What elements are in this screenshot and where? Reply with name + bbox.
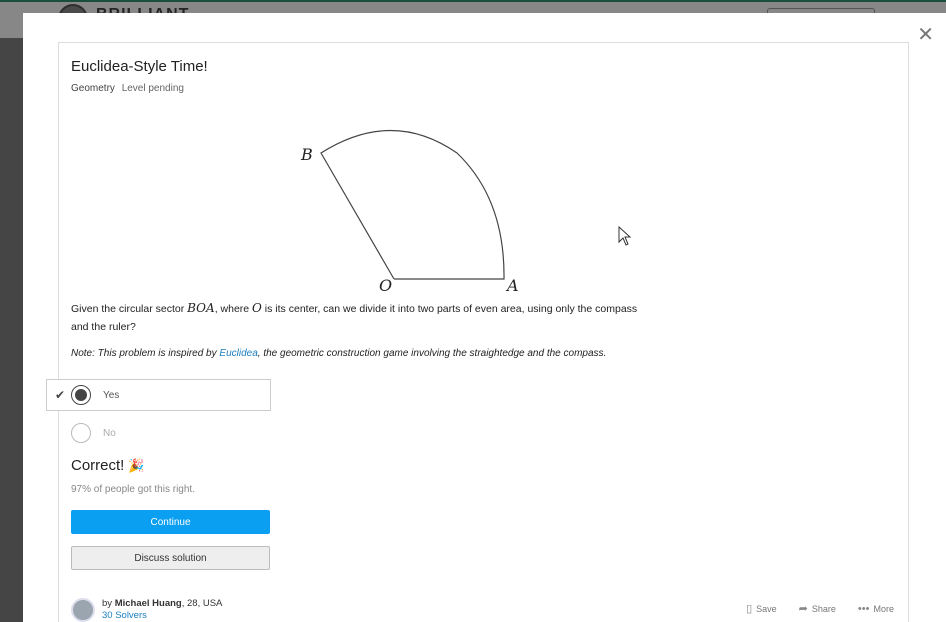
problem-actions: ▯ Save ➦ Share ••• More bbox=[724, 602, 894, 616]
mouse-cursor-icon bbox=[618, 226, 632, 246]
sector-diagram: B O A bbox=[300, 130, 519, 293]
label-b: B bbox=[300, 145, 313, 164]
option-yes[interactable]: ✔ Yes bbox=[46, 379, 271, 411]
continue-button[interactable]: Continue bbox=[71, 510, 270, 534]
more-icon: ••• bbox=[857, 602, 870, 615]
percent-correct: 97% of people got this right. bbox=[71, 484, 195, 495]
problem-meta: Geometry Level pending bbox=[71, 83, 184, 94]
bookmark-icon: ▯ bbox=[746, 603, 753, 615]
check-icon: ✔ bbox=[55, 388, 66, 402]
party-icon: 🎉 bbox=[128, 458, 145, 473]
euclidea-link[interactable]: Euclidea bbox=[219, 348, 257, 359]
more-button[interactable]: ••• More bbox=[858, 602, 894, 615]
author-name[interactable]: Michael Huang bbox=[115, 598, 182, 609]
save-button[interactable]: ▯ Save bbox=[746, 602, 777, 615]
label-a: A bbox=[505, 276, 519, 293]
radio-empty-icon bbox=[71, 423, 91, 443]
problem-card: Euclidea-Style Time! Geometry Level pend… bbox=[46, 42, 909, 622]
note-text: Note: This problem is inspired by Euclid… bbox=[71, 348, 607, 359]
math-center: O bbox=[252, 301, 262, 315]
label-o: O bbox=[379, 276, 392, 293]
option-label: No bbox=[103, 427, 116, 439]
discuss-solution-button[interactable]: Discuss solution bbox=[71, 546, 270, 570]
problem-title: Euclidea-Style Time! bbox=[71, 58, 208, 75]
close-icon[interactable]: ✕ bbox=[917, 25, 934, 45]
option-label: Yes bbox=[103, 389, 120, 401]
sector-outline bbox=[320, 130, 505, 280]
solvers-link[interactable]: 30 Solvers bbox=[102, 610, 222, 622]
question-text: Given the circular sector BOA, where O i… bbox=[71, 301, 638, 333]
topic-label: Geometry bbox=[71, 83, 115, 94]
level-label: Level pending bbox=[121, 83, 184, 94]
option-no[interactable]: No bbox=[71, 421, 116, 445]
result-heading: Correct! 🎉 bbox=[71, 457, 145, 474]
share-icon: ➦ bbox=[798, 603, 808, 615]
share-button[interactable]: ➦ Share bbox=[799, 602, 836, 615]
avatar[interactable] bbox=[71, 598, 95, 622]
problem-modal: ✕ Euclidea-Style Time! Geometry Level pe… bbox=[23, 13, 946, 622]
radio-selected-icon bbox=[71, 385, 91, 405]
author-info: by Michael Huang, 28, USA 30 Solvers bbox=[71, 598, 222, 622]
math-sector: BOA bbox=[187, 301, 215, 315]
